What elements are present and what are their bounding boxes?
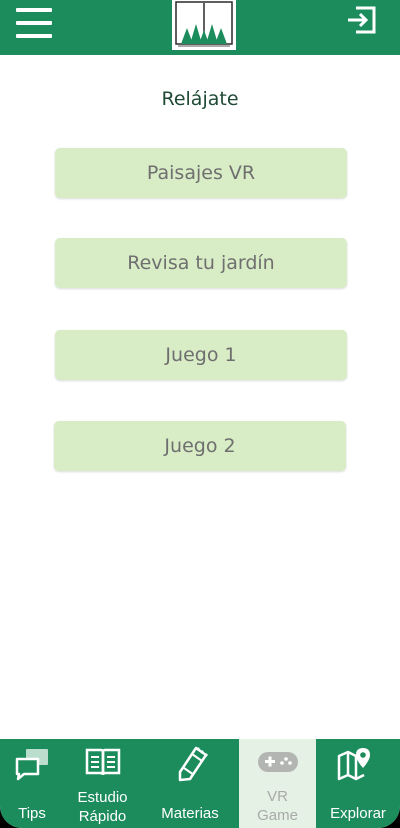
nav-item-vr-game[interactable]: VR Game [239,739,316,828]
nav-item-estudio-rapido[interactable]: Estudio Rápido [64,739,141,828]
map-pin-icon [336,746,374,786]
nav-label-game: Game [257,807,298,824]
nav-label-materias: Materias [161,805,219,822]
notebook-pencil-icon [172,744,210,786]
game-2-button[interactable]: Juego 2 [54,421,346,471]
bottom-nav: Tips Estudio Rápido Materias VR Game Exp… [0,739,400,828]
vr-landscapes-label: Paisajes VR [146,162,256,184]
gamepad-icon [257,749,299,779]
hamburger-menu-icon[interactable] [16,8,52,38]
game-1-button[interactable]: Juego 1 [55,330,347,380]
game-2-label: Juego 2 [164,435,236,457]
forest-book-logo [172,0,236,50]
nav-item-explorar[interactable]: Explorar [316,739,400,828]
nav-label-explorar: Explorar [330,805,386,822]
top-bar [0,0,400,55]
nav-item-tips[interactable]: Tips [0,739,64,828]
chat-bubbles-icon [14,747,52,785]
vr-landscapes-button[interactable]: Paisajes VR [55,148,347,198]
nav-item-materias[interactable]: Materias [141,739,239,828]
nav-label-tips: Tips [18,805,46,822]
app-screen: Relájate Paisajes VR Revisa tu jardín Ju… [0,0,400,828]
nav-label-rapido: Rápido [78,808,127,825]
page-title: Relájate [161,88,239,110]
game-1-label: Juego 1 [165,344,237,366]
nav-label-vr: VR [267,788,288,805]
logout-icon[interactable] [344,4,380,36]
nav-label-estudio: Estudio [77,789,128,806]
check-garden-button[interactable]: Revisa tu jardín [55,238,347,288]
check-garden-label: Revisa tu jardín [127,252,275,274]
open-book-icon [84,746,122,782]
